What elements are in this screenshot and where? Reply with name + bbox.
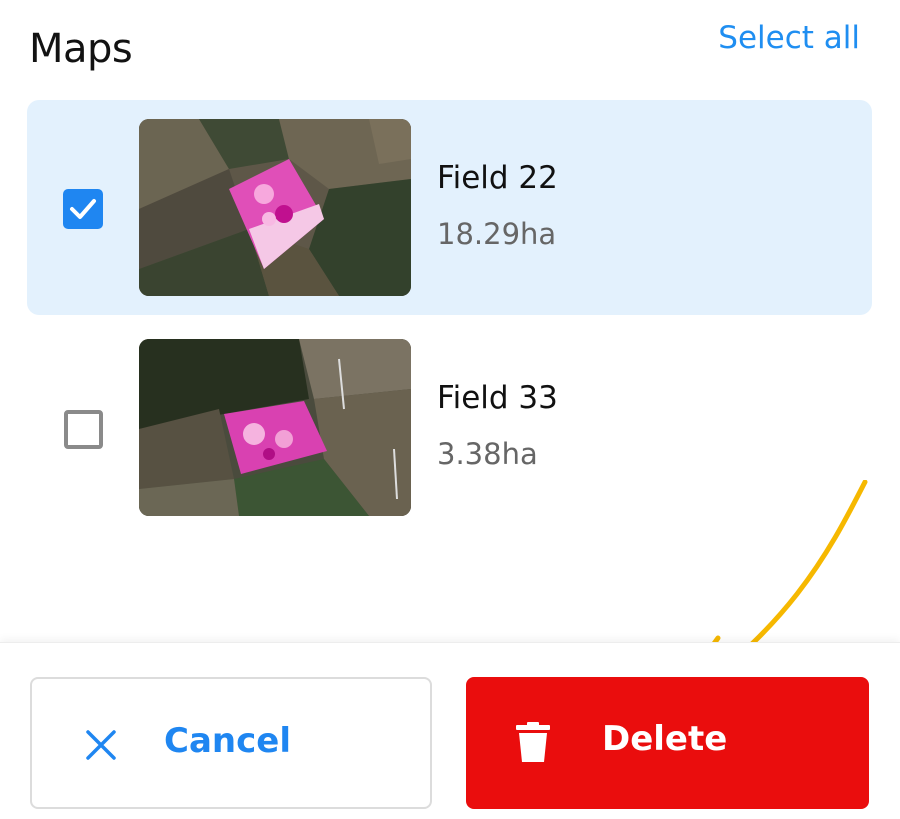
field-area: 3.38ha [437,437,538,471]
checkbox-field-33[interactable] [64,410,103,449]
field-thumbnail [139,119,411,296]
checkmark-icon [70,199,96,219]
field-name: Field 33 [437,380,558,416]
select-all-button[interactable]: Select all [718,20,860,56]
list-item[interactable]: Field 22 18.29ha [27,100,872,315]
field-name: Field 22 [437,160,558,196]
close-icon [84,728,118,771]
list-item[interactable]: Field 33 3.38ha [27,320,872,535]
maps-list: Field 22 18.29ha Field 33 3.38ha [27,100,872,540]
delete-button[interactable]: Delete [466,677,869,809]
checkbox-field-22[interactable] [63,189,103,229]
header: Maps Select all [0,0,900,95]
page-title: Maps [29,26,133,72]
field-thumbnail [139,339,411,516]
field-area: 18.29ha [437,217,557,251]
cancel-label: Cancel [164,721,291,761]
trash-icon [516,722,550,771]
delete-label: Delete [602,719,728,759]
action-footer: Cancel Delete [0,642,900,819]
cancel-button[interactable]: Cancel [30,677,432,809]
